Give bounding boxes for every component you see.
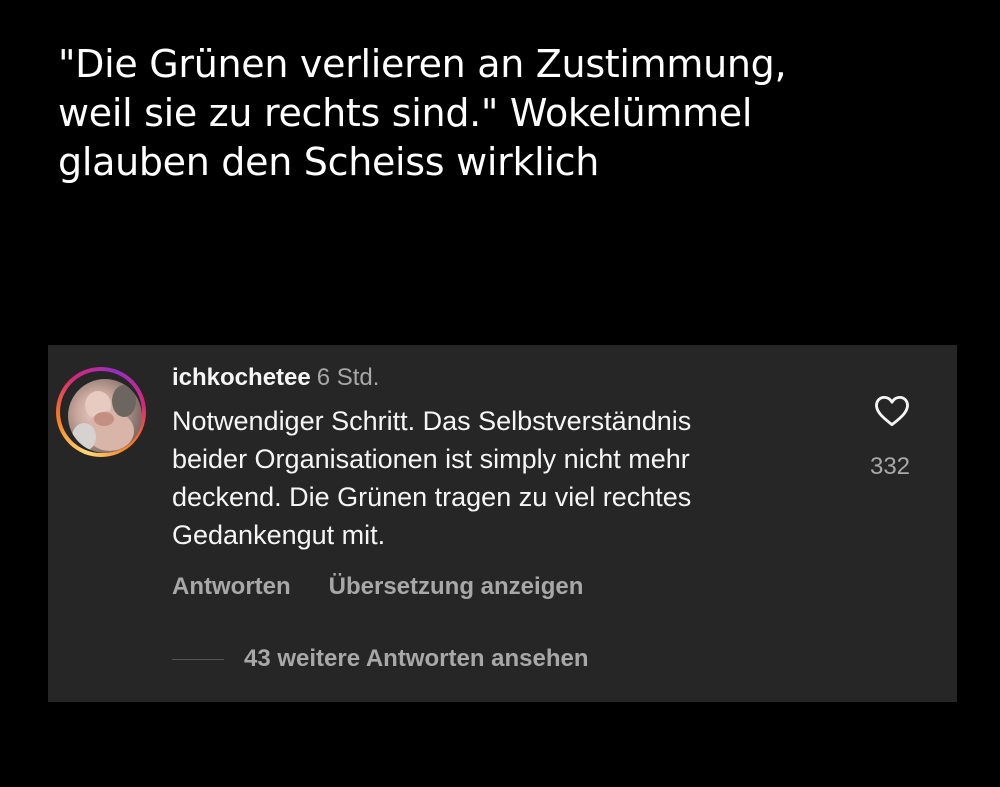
avatar-story-ring[interactable] [56, 367, 146, 457]
comment-text-line-4: Gedankengut mit. [172, 520, 386, 550]
comment-text: Notwendiger Schritt. Das Selbstverständn… [172, 402, 832, 554]
comment-username[interactable]: ichkochetee [172, 364, 311, 391]
view-more-replies-button[interactable]: 43 weitere Antworten ansehen [172, 643, 589, 675]
meme-caption: "Die Grünen verlieren an Zustimmung, wei… [58, 40, 958, 187]
like-count: 332 [869, 453, 911, 480]
replies-divider-line [172, 658, 224, 660]
heart-outline-icon [875, 395, 909, 427]
reply-button[interactable]: Antworten [172, 573, 291, 600]
caption-line-1: "Die Grünen verlieren an Zustimmung, [58, 42, 787, 86]
avatar-ring-gap [60, 371, 142, 453]
comment-text-line-3: deckend. Die Grünen tragen zu viel recht… [172, 482, 692, 512]
caption-line-3: glauben den Scheiss wirklich [58, 140, 600, 184]
view-more-replies-label: 43 weitere Antworten ansehen [244, 645, 589, 672]
like-button[interactable] [872, 392, 912, 430]
comment-timestamp: 6 Std. [316, 364, 380, 391]
comment-text-line-1: Notwendiger Schritt. Das Selbstverständn… [172, 406, 692, 436]
comment-text-line-2: beider Organisationen ist simply nicht m… [172, 444, 690, 474]
comment-header: ichkochetee 6 Std. [172, 362, 379, 394]
show-translation-button[interactable]: Übersetzung anzeigen [329, 573, 584, 600]
comment-actions: Antworten Übersetzung anzeigen [172, 571, 583, 603]
avatar-photo [72, 385, 136, 451]
avatar[interactable] [68, 379, 142, 453]
caption-line-2: weil sie zu rechts sind." Wokelümmel [58, 91, 753, 135]
